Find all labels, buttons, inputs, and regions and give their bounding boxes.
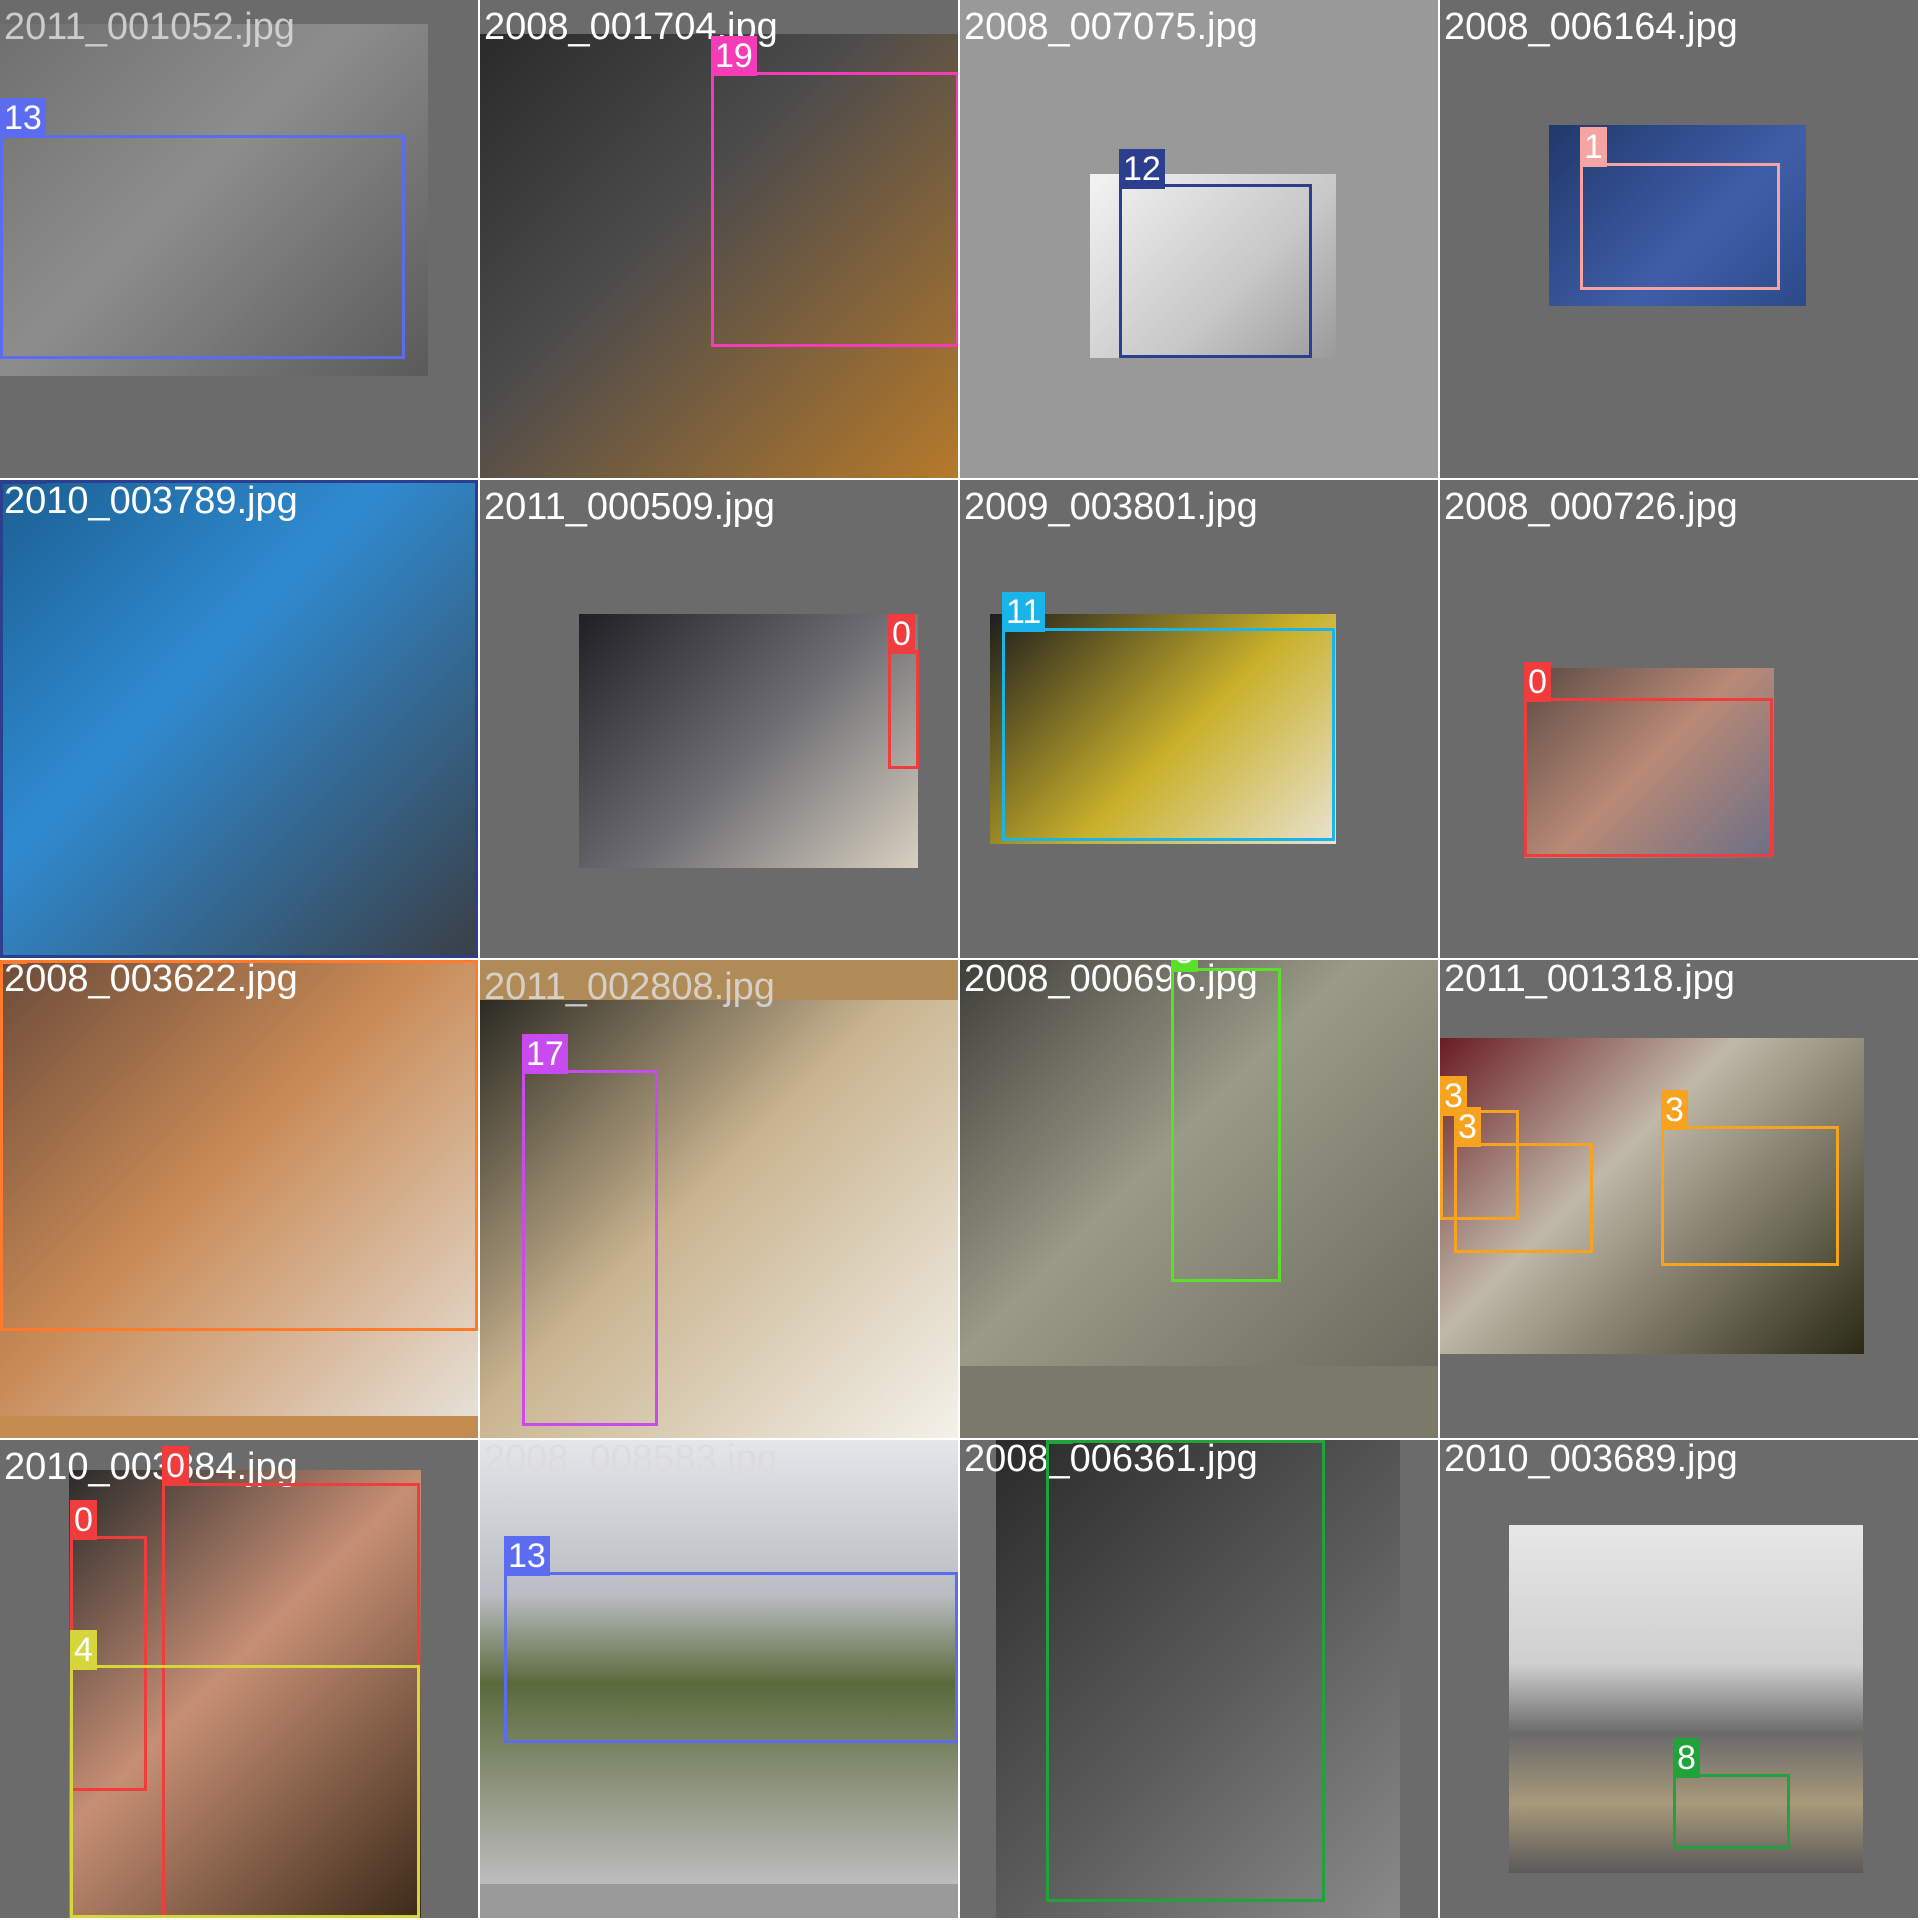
bbox (0, 960, 478, 1331)
bbox (0, 480, 478, 958)
tile-2: 2008_001704.jpg 19 (480, 0, 958, 478)
bbox (522, 1070, 658, 1426)
filename: 2009_003801.jpg (964, 486, 1258, 528)
bbox (1673, 1774, 1790, 1849)
bbox-label: 0 (888, 614, 915, 654)
tile-15: 2008_006361.jpg 8 (960, 1440, 1438, 1918)
tile-10: 2011_002808.jpg 17 (480, 960, 958, 1438)
filename: 2011_000509.jpg (484, 486, 775, 528)
photo-6 (579, 614, 918, 868)
filename: 2011_002808.jpg (484, 966, 775, 1008)
filename: 2010_003689.jpg (1444, 1440, 1738, 1480)
bbox-label: 4 (70, 1630, 97, 1670)
bbox (1171, 968, 1281, 1282)
bbox (504, 1572, 958, 1743)
tile-9: 2008_003622.jpg 2 (0, 960, 478, 1438)
bbox-label: 2 (0, 960, 27, 964)
tile-16: 2010_003689.jpg 8 (1440, 1440, 1918, 1918)
bbox (888, 650, 919, 769)
bbox-label: 0 (162, 1446, 189, 1486)
bbox-label: 12 (1119, 149, 1165, 189)
tile-11: 2008_000696.jpg 5 (960, 960, 1438, 1438)
filename: 2011_001052.jpg (4, 6, 295, 48)
bbox (1580, 163, 1780, 290)
filename: 2008_000726.jpg (1444, 486, 1738, 528)
tile-4: 2008_006164.jpg 1 (1440, 0, 1918, 478)
filename: 2011_001318.jpg (1444, 960, 1735, 1000)
bbox (1524, 698, 1773, 857)
tile-6: 2011_000509.jpg 0 (480, 480, 958, 958)
bbox (0, 135, 405, 359)
bbox-label: 8 (1673, 1738, 1700, 1778)
bbox (1661, 1126, 1839, 1266)
tile-8: 2008_000726.jpg 0 (1440, 480, 1918, 958)
tile-7: 2009_003801.jpg 11 (960, 480, 1438, 958)
bbox-label: 11 (1002, 592, 1046, 632)
bbox-label: 3 (1454, 1107, 1481, 1147)
bbox-label: 19 (711, 36, 757, 76)
bbox-label: 5 (1171, 960, 1198, 972)
tile-14: 2008_008583.jpg 13 (480, 1440, 958, 1918)
bbox-label: 8 (1046, 1440, 1073, 1444)
bbox (1046, 1440, 1325, 1902)
bbox-label: 0 (70, 1500, 97, 1540)
bbox-label: 0 (1524, 662, 1551, 702)
bbox (711, 72, 958, 347)
bbox-label: 13 (0, 98, 46, 138)
tile-5: 2010_003789.jpg 12 (0, 480, 478, 958)
tile-1: 2011_001052.jpg 13 (0, 0, 478, 478)
bbox-label: 3 (1661, 1090, 1688, 1130)
tile-13: 2010_003884.jpg 0 0 4 (0, 1440, 478, 1918)
bbox (1002, 628, 1335, 841)
filename: 2008_007075.jpg (964, 6, 1258, 48)
bbox-label: 13 (504, 1536, 550, 1576)
tile-3: 2008_007075.jpg 12 (960, 0, 1438, 478)
bbox (1454, 1143, 1593, 1253)
bbox-label: 17 (522, 1034, 568, 1074)
bbox-label: 12 (0, 480, 46, 484)
bbox-label: 1 (1580, 127, 1607, 167)
filename: 2008_006164.jpg (1444, 6, 1738, 48)
mosaic-grid: 2011_001052.jpg 13 2008_001704.jpg 19 20… (0, 0, 1920, 1920)
tile-12: 2011_001318.jpg 3 3 3 (1440, 960, 1918, 1438)
bbox (70, 1665, 420, 1918)
bbox (1119, 184, 1312, 358)
filename: 2008_008583.jpg (484, 1440, 778, 1480)
